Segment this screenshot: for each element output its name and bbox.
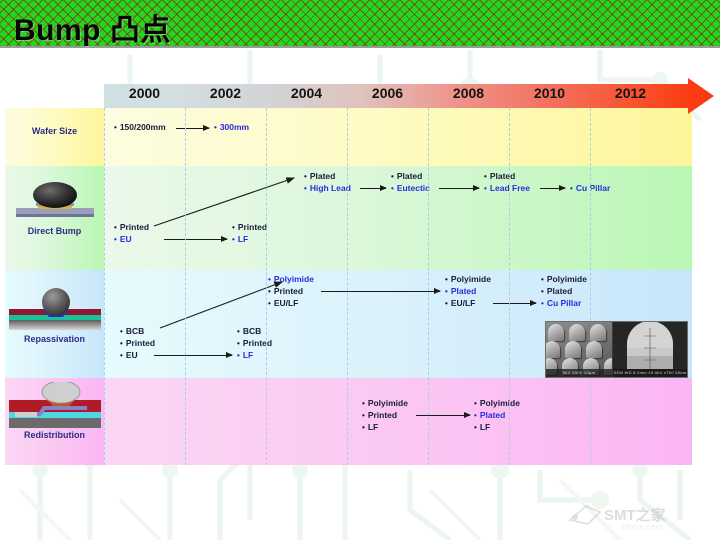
row-label-cell-repassivation: Repassivation: [5, 270, 104, 378]
page-title: Bump 凸点: [14, 14, 171, 47]
watermark-logo-icon: [568, 505, 602, 525]
item-direct-eu: EU: [114, 234, 132, 245]
row-direct-bump: Direct Bump Printed EU Printed LF Plated…: [5, 166, 692, 270]
arrow-repass-1: [154, 352, 233, 358]
item-repass-eulf-2: EU/LF: [445, 298, 476, 309]
year-label-2008: 2008: [452, 85, 485, 101]
year-label-2004: 2004: [290, 85, 323, 101]
item-repass-printed-1: Printed: [120, 338, 155, 349]
row-label-redistribution: Redistribution: [24, 430, 85, 440]
arrow-direct-4: [540, 185, 566, 191]
year-label-2006: 2006: [371, 85, 404, 101]
watermark: SMT之家 cfans.com: [566, 498, 716, 536]
item-direct-plated-1: Plated: [304, 171, 336, 182]
timeline: 2000 2002 2004 2006 2008 2010 2012: [104, 78, 714, 114]
direct-bump-schematic-icon: [16, 182, 94, 217]
sem-pillar-array-photo: 5kV X500 10μm: [546, 322, 612, 377]
item-direct-eutectic: Eutectic: [391, 183, 430, 194]
row-label-wafer-size: Wafer Size: [31, 126, 78, 136]
row-label-repassivation: Repassivation: [23, 334, 86, 344]
item-repass-bcb-1: BCB: [120, 326, 144, 337]
item-wafer-300mm: 300mm: [214, 122, 249, 133]
item-redist-printed: Printed: [362, 410, 397, 421]
item-repass-printed-3: Printed: [268, 286, 303, 297]
item-repass-plated-1: Plated: [445, 286, 477, 297]
item-repass-plated-2: Plated: [541, 286, 573, 297]
repassivation-schematic-icon: [9, 288, 101, 330]
watermark-subtext: cfans.com: [622, 522, 664, 532]
item-repass-polyimide-3: Polyimide: [541, 274, 587, 285]
year-label-2000: 2000: [128, 85, 161, 101]
row-label-cell-redistribution: Redistribution: [5, 378, 104, 465]
arrow-redist-1: [416, 412, 471, 418]
year-label-2002: 2002: [209, 85, 242, 101]
row-redistribution: Redistribution Polyimide Printed LF Poly…: [5, 378, 692, 465]
item-wafer-150-200mm: 150/200mm: [114, 122, 166, 133]
arrow-repass-3: [493, 300, 537, 306]
item-redist-lf-2: LF: [474, 422, 490, 433]
row-body-direct-bump: Printed EU Printed LF Plated High Lead P…: [104, 166, 692, 270]
item-redist-polyimide-2: Polyimide: [474, 398, 520, 409]
arrow-wafer-1: [176, 125, 210, 131]
arrow-repass-2: [321, 288, 441, 294]
row-body-wafer-size: 150/200mm 300mm: [104, 108, 692, 166]
roadmap-matrix: Wafer Size 150/200mm 300mm: [5, 108, 692, 465]
redistribution-schematic-icon: [9, 382, 101, 428]
title-banner: Bump 凸点: [0, 0, 720, 48]
item-direct-lf: LF: [232, 234, 248, 245]
item-repass-eulf-1: EU/LF: [268, 298, 299, 309]
row-wafer-size: Wafer Size 150/200mm 300mm: [5, 108, 692, 166]
item-redist-lf-1: LF: [362, 422, 378, 433]
year-label-2012: 2012: [614, 85, 647, 101]
timeline-arrow-head-icon: [688, 78, 714, 114]
arrow-direct-1: [164, 236, 228, 242]
item-direct-high-lead: High Lead: [304, 183, 351, 194]
arrow-direct-3: [439, 185, 480, 191]
sem-photo-inset: 5kV X500 10μm SEM WD 8.2mm 15.0kV x700 5…: [545, 321, 688, 378]
item-direct-cu-pillar: Cu Pillar: [570, 183, 610, 194]
item-direct-printed-1: Printed: [114, 222, 149, 233]
arrow-direct-2: [360, 185, 387, 191]
sem-left-caption: 5kV X500 10μm: [546, 369, 612, 377]
item-repass-polyimide-2: Polyimide: [445, 274, 491, 285]
year-label-2010: 2010: [533, 85, 566, 101]
item-repass-eu: EU: [120, 350, 138, 361]
arrow-direct-diagonal: [153, 177, 296, 227]
row-label-direct-bump: Direct Bump: [27, 226, 82, 236]
item-direct-plated-2: Plated: [391, 171, 423, 182]
item-repass-printed-2: Printed: [237, 338, 272, 349]
item-repass-polyimide-1: Polyimide: [268, 274, 314, 285]
item-repass-lf: LF: [237, 350, 253, 361]
sem-cross-section-photo: SEM WD 8.2mm 15.0kV x700 50um: [613, 322, 687, 377]
item-direct-plated-3: Plated: [484, 171, 516, 182]
item-redist-plated: Plated: [474, 410, 506, 421]
row-label-cell-wafer-size: Wafer Size: [5, 108, 104, 166]
row-body-redistribution: Polyimide Printed LF Polyimide Plated LF: [104, 378, 692, 465]
item-redist-polyimide-1: Polyimide: [362, 398, 408, 409]
item-direct-lead-free: Lead Free: [484, 183, 530, 194]
item-repass-cu-pillar: Cu Pillar: [541, 298, 581, 309]
sem-right-caption: SEM WD 8.2mm 15.0kV x700 50um: [613, 369, 687, 377]
row-label-cell-direct-bump: Direct Bump: [5, 166, 104, 270]
